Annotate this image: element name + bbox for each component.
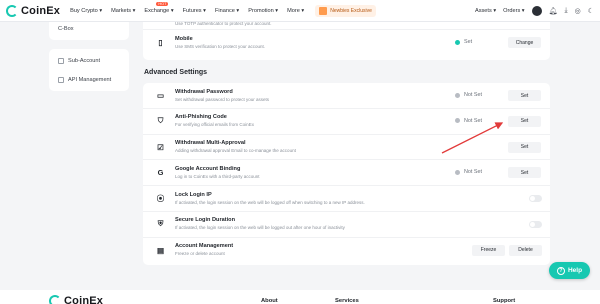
sub-account-icon [58,57,64,64]
section-title-advanced: Advanced Settings [144,69,208,76]
row-desc: Log in to CoinEx with a third-party acco… [175,173,260,179]
change-mobile-button[interactable]: Change [508,37,541,48]
nav-futures[interactable]: Futures ▾ [183,8,206,14]
api-icon [58,76,64,83]
gift-icon [319,6,328,15]
top-nav: CoinEx Buy Crypto ▾ Markets ▾ Exchange ▾… [0,0,600,22]
row-title: Withdrawal Multi-Approval [175,140,246,147]
footer-logo-icon [49,295,61,304]
set-multi-approval-button[interactable]: Set [508,141,541,153]
row-desc: If activated, the login session on the w… [175,225,345,231]
set-google-binding-button[interactable]: Set [508,167,541,179]
google-icon: G [157,168,164,178]
ip-icon: ⦿ [156,194,165,204]
anti-phishing-row: ⛉ Anti-Phishing Code For verifying offic… [143,109,550,135]
sidebar-item-label: Sub-Account [68,57,101,64]
not-set-icon [455,169,460,175]
nav-orders[interactable]: Orders ▾ [503,8,524,14]
status-badge: Not Set [455,169,482,175]
footer-logo: CoinEx [49,295,103,304]
row-title: Account Management [175,243,234,250]
download-icon[interactable]: ⤓ [565,7,568,15]
secure-login-duration-toggle[interactable] [529,220,542,228]
nav-more[interactable]: More ▾ [287,8,304,14]
row-title: Mobile [175,35,193,42]
row-desc: Adding withdrawal approval Email to co-m… [175,148,296,154]
theme-toggle-icon[interactable]: ☾ [588,7,594,15]
withdrawal-password-row: ▭ Withdrawal Password Set withdrawal pas… [143,83,550,109]
status-text: Not Set [464,92,482,98]
check-icon [455,39,460,45]
sidebar-card: Sub-Account API Management [49,49,129,91]
newbies-exclusive-banner[interactable]: Newbies Exclusive [315,4,376,17]
row-title: Secure Login Duration [175,217,235,224]
shield-icon: ⛉ [157,116,164,126]
sidebar-item-label: API Management [68,76,112,83]
nav-right: Assets ▾ Orders ▾ 🔔︎ ⤓ ◎ ☾ [475,5,594,16]
promo-text: Newbies Exclusive [330,7,372,14]
nav-buy-crypto[interactable]: Buy Crypto ▾ [70,8,102,14]
footer-about[interactable]: About [261,298,278,304]
not-set-icon [455,118,460,124]
status-text: Not Set [464,169,482,176]
row-title: Lock Login IP [175,191,212,198]
help-label: Help [567,267,583,274]
bell-icon[interactable]: 🔔︎ [549,7,558,15]
nav-assets[interactable]: Assets ▾ [475,8,496,14]
footer-logo-text: CoinEx [64,295,104,304]
sidebar-item-api-management[interactable]: API Management [49,70,129,89]
help-button[interactable]: ? Help [549,262,590,279]
row-desc: If activated, the login session on the w… [175,199,365,205]
footer-support[interactable]: Support [493,298,515,304]
row-desc: Set withdrawal password to protect your … [175,96,270,102]
help-icon: ? [556,266,565,275]
nav-promotion[interactable]: Promotion ▾ [248,8,278,14]
nav-exchange-label: Exchange ▾ [144,7,174,14]
globe-icon[interactable]: ◎ [575,7,581,15]
set-withdrawal-password-button[interactable]: Set [508,90,541,101]
approval-icon: ☑ [157,142,164,152]
freeze-account-button[interactable]: Freeze [472,244,505,256]
lock-login-ip-toggle[interactable] [529,195,542,203]
logo-text: CoinEx [21,4,61,17]
footer: CoinEx About Services Support [0,290,600,304]
secure-login-duration-row: ⛨ Secure Login Duration If activated, th… [143,212,550,238]
account-icon: ▤ [156,245,165,255]
timer-shield-icon: ⛨ [157,219,164,229]
lock-login-ip-row: ⦿ Lock Login IP If activated, the login … [143,186,550,212]
sidebar-item-sub-account[interactable]: Sub-Account [49,51,129,70]
coinex-logo[interactable]: CoinEx [6,4,61,17]
nav-exchange[interactable]: Exchange ▾ HOT [144,1,174,14]
status-badge: Not Set [455,118,482,124]
status-badge: Set [455,39,472,45]
nav-markets[interactable]: Markets ▾ [111,8,135,14]
avatar[interactable] [531,5,542,16]
status-text: Not Set [464,117,482,124]
advanced-settings-card: ▭ Withdrawal Password Set withdrawal pas… [143,83,550,265]
withdrawal-multi-approval-row: ☑ Withdrawal Multi-Approval Adding withd… [143,135,550,161]
not-set-icon [455,92,460,98]
delete-account-button[interactable]: Delete [509,244,542,256]
mobile-icon: ▯ [158,38,163,47]
password-icon: ▭ [156,91,165,100]
nav-finance[interactable]: Finance ▾ [215,8,239,14]
row-title: Google Account Binding [175,165,241,172]
status-badge: Not Set [455,92,482,98]
google-binding-row: G Google Account Binding Log in to CoinE… [143,160,550,187]
account-management-row: ▤ Account Management Freeze or delete ac… [143,238,550,264]
row-title: Anti-Phishing Code [175,114,227,121]
row-desc: For verifying official emails from CoinE… [175,122,254,128]
status-text: Set [464,39,473,45]
row-desc: Freeze or delete account [175,251,225,257]
coinex-logo-icon [6,4,18,17]
footer-services[interactable]: Services [335,298,359,304]
row-desc: Use SMS verification to protect your acc… [175,43,266,49]
sidebar-item-label: C-Box [58,26,74,32]
set-anti-phishing-button[interactable]: Set [508,115,541,127]
mobile-row: ▯ Mobile Use SMS verification to protect… [143,30,550,58]
row-title: Withdrawal Password [175,88,233,95]
hot-badge: HOT [156,1,169,6]
